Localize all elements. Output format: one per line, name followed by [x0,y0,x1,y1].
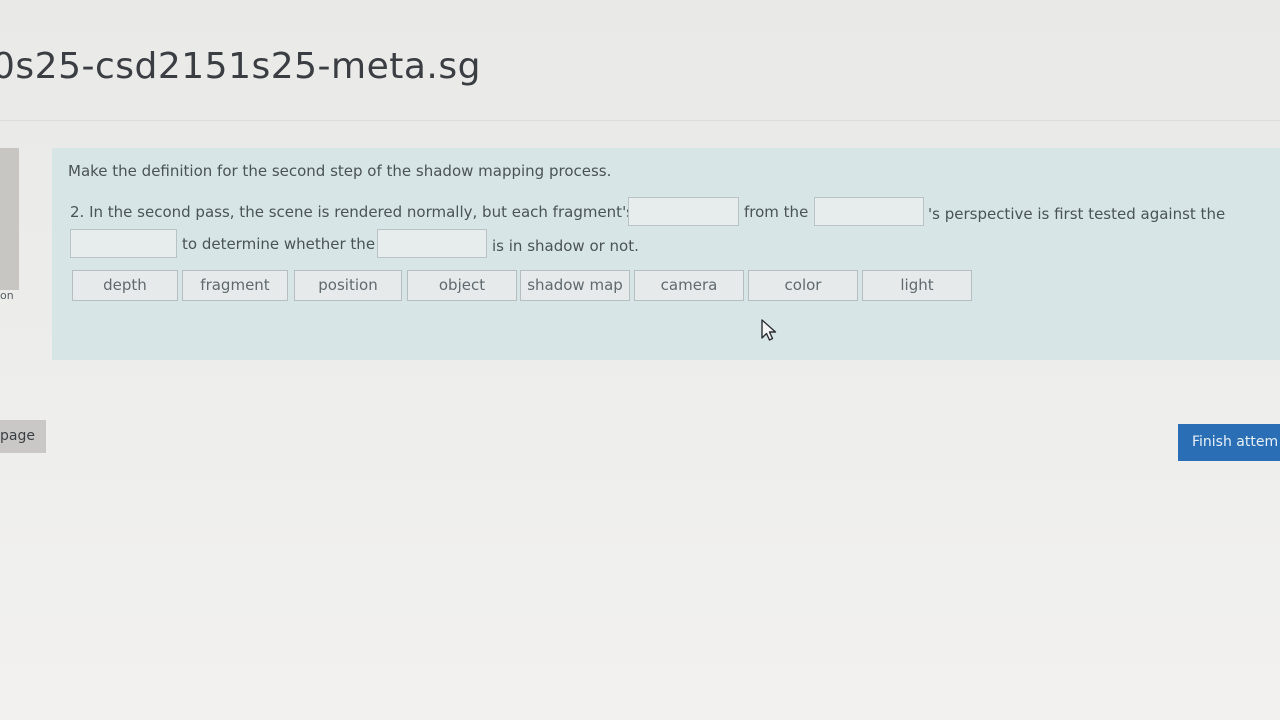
question-text-line1-start: 2. In the second pass, the scene is rend… [70,203,635,221]
choice-fragment[interactable]: fragment [182,270,288,301]
choice-camera[interactable]: camera [634,270,744,301]
choice-position[interactable]: position [294,270,402,301]
left-nav-label[interactable]: on [0,289,14,302]
previous-page-button[interactable]: page [0,420,46,453]
choice-depth[interactable]: depth [72,270,178,301]
finish-attempt-button[interactable]: Finish attem [1178,424,1280,461]
choice-light[interactable]: light [862,270,972,301]
left-nav-panel[interactable] [0,148,19,290]
header-divider [0,120,1280,121]
choice-object[interactable]: object [407,270,517,301]
question-text-line1-end: 's perspective is first tested against t… [928,205,1226,223]
drop-zone-3[interactable] [70,229,177,258]
question-text-line2-end: is in shadow or not. [492,237,639,255]
drop-zone-2[interactable] [814,197,924,226]
drop-zone-4[interactable] [377,229,487,258]
drop-zone-1[interactable] [628,197,739,226]
mouse-cursor-icon [761,319,777,341]
question-text-line1-middle: from the [744,203,809,221]
choice-color[interactable]: color [748,270,858,301]
page-title: 0s25-csd2151s25-meta.sg [0,46,481,87]
question-prompt: Make the definition for the second step … [68,162,612,180]
choice-shadow-map[interactable]: shadow map [520,270,630,301]
question-text-line2-start: to determine whether the [182,235,376,253]
